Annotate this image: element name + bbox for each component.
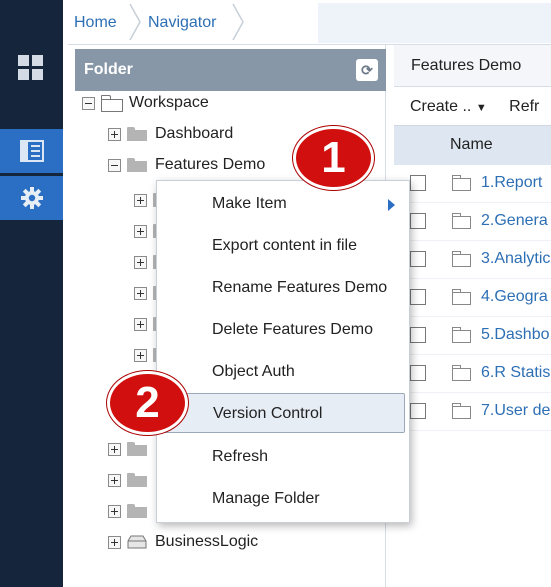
expand-toggle-icon[interactable] xyxy=(108,535,121,549)
breadcrumb: Home Navigator xyxy=(68,0,551,45)
content-panel: Features Demo Create .. ▼ Refr Name 1.Re… xyxy=(394,45,551,587)
tree-item-sibling[interactable] xyxy=(108,436,155,462)
row-checkbox[interactable] xyxy=(410,365,426,381)
step-2-callout: 2 xyxy=(107,371,188,435)
list-panel-icon xyxy=(19,140,44,162)
row-link[interactable]: 2.Genera xyxy=(481,212,548,230)
tree-item-features-demo[interactable]: Features Demo xyxy=(108,152,265,178)
chevron-right-icon xyxy=(129,3,141,41)
table-row[interactable]: 3.Analytic xyxy=(394,241,551,279)
row-checkbox[interactable] xyxy=(410,289,426,305)
table-row[interactable]: 4.Geogra xyxy=(394,279,551,317)
chevron-right-icon xyxy=(232,3,244,41)
table-row[interactable]: 7.User de xyxy=(394,393,551,431)
app-rail xyxy=(0,0,63,587)
folder-icon xyxy=(452,175,471,191)
menu-item-rename[interactable]: Rename Features Demo xyxy=(157,268,409,308)
table-header: Name xyxy=(394,125,551,165)
menu-item-make-item[interactable]: Make Item xyxy=(157,184,409,224)
context-menu: Make Item Export content in file Rename … xyxy=(156,180,410,523)
tree-item-label: Dashboard xyxy=(155,125,234,142)
breadcrumb-home[interactable]: Home xyxy=(74,0,117,45)
row-checkbox[interactable] xyxy=(410,251,426,267)
folder-icon xyxy=(127,442,147,456)
folder-panel-title: Folder xyxy=(84,61,133,78)
folder-icon xyxy=(452,289,471,305)
table-row[interactable]: 1.Report xyxy=(394,165,551,203)
expand-toggle-icon[interactable] xyxy=(108,127,121,141)
tree-item-label: Features Demo xyxy=(155,156,266,173)
folder-icon xyxy=(127,473,147,487)
table-row[interactable]: 5.Dashbo xyxy=(394,317,551,355)
folder-icon xyxy=(127,158,147,172)
row-link[interactable]: 3.Analytic xyxy=(481,250,550,268)
content-toolbar: Create .. ▼ Refr xyxy=(394,88,551,126)
tree-item-label: BusinessLogic xyxy=(155,533,259,550)
collapse-toggle-icon[interactable] xyxy=(82,96,95,110)
expand-toggle-icon[interactable] xyxy=(134,255,147,269)
folder-icon xyxy=(452,251,471,267)
folder-panel-header: Folder ⟳ xyxy=(75,49,386,91)
menu-item-label: Make Item xyxy=(212,195,287,212)
expand-toggle-icon[interactable] xyxy=(108,442,121,456)
expand-toggle-icon[interactable] xyxy=(108,473,121,487)
caret-down-icon: ▼ xyxy=(475,102,487,114)
name-column-header[interactable]: Name xyxy=(450,136,493,154)
row-link[interactable]: 5.Dashbo xyxy=(481,326,550,344)
folder-icon xyxy=(452,213,471,229)
menu-item-version-control[interactable]: Version Control xyxy=(162,393,405,433)
folder-icon xyxy=(452,365,471,381)
expand-toggle-icon[interactable] xyxy=(134,317,147,331)
tray-folder-icon xyxy=(127,535,147,549)
step-1-callout: 1 xyxy=(293,126,374,190)
open-folder-icon xyxy=(101,95,123,112)
tree-item-dashboard[interactable]: Dashboard xyxy=(108,121,233,147)
row-link[interactable]: 1.Report xyxy=(481,174,542,192)
expand-toggle-icon[interactable] xyxy=(134,348,147,362)
menu-item-delete[interactable]: Delete Features Demo xyxy=(157,310,409,350)
folder-icon xyxy=(452,403,471,419)
row-link[interactable]: 7.User de xyxy=(481,402,550,420)
row-checkbox[interactable] xyxy=(410,213,426,229)
tree-item-sibling[interactable] xyxy=(108,467,155,493)
folder-icon xyxy=(127,504,147,518)
expand-toggle-icon[interactable] xyxy=(134,224,147,238)
tree-item-workspace[interactable]: Workspace xyxy=(82,90,209,116)
navigator-tab[interactable] xyxy=(0,129,63,173)
settings-tab[interactable] xyxy=(0,176,63,220)
tree-item-businesslogic[interactable]: BusinessLogic xyxy=(108,529,258,555)
breadcrumb-empty-area xyxy=(318,3,551,43)
menu-item-export-content[interactable]: Export content in file xyxy=(157,226,409,266)
breadcrumb-navigator[interactable]: Navigator xyxy=(148,0,216,45)
tree-item-label: Workspace xyxy=(129,94,209,111)
folder-icon xyxy=(452,327,471,343)
windows-logo-icon[interactable] xyxy=(18,55,44,81)
refresh-icon[interactable]: ⟳ xyxy=(356,59,378,81)
chevron-right-icon xyxy=(388,199,395,211)
create-label: Create .. xyxy=(410,98,472,115)
row-checkbox[interactable] xyxy=(410,175,426,191)
menu-item-refresh[interactable]: Refresh xyxy=(157,437,409,477)
expand-toggle-icon[interactable] xyxy=(134,286,147,300)
refresh-button[interactable]: Refr xyxy=(509,98,539,115)
expand-toggle-icon[interactable] xyxy=(134,193,147,207)
gear-icon xyxy=(20,187,43,209)
row-link[interactable]: 4.Geogra xyxy=(481,288,548,306)
table-row[interactable]: 2.Genera xyxy=(394,203,551,241)
row-checkbox[interactable] xyxy=(410,327,426,343)
menu-item-manage-folder[interactable]: Manage Folder xyxy=(157,479,409,519)
collapse-toggle-icon[interactable] xyxy=(108,158,121,172)
menu-item-object-auth[interactable]: Object Auth xyxy=(157,352,409,392)
row-checkbox[interactable] xyxy=(410,403,426,419)
folder-icon xyxy=(127,127,147,141)
content-panel-title: Features Demo xyxy=(394,45,551,87)
expand-toggle-icon[interactable] xyxy=(108,504,121,518)
table-row[interactable]: 6.R Statis xyxy=(394,355,551,393)
row-link[interactable]: 6.R Statis xyxy=(481,364,550,382)
create-button[interactable]: Create .. ▼ xyxy=(410,98,487,115)
tree-item-sibling[interactable] xyxy=(108,498,155,524)
